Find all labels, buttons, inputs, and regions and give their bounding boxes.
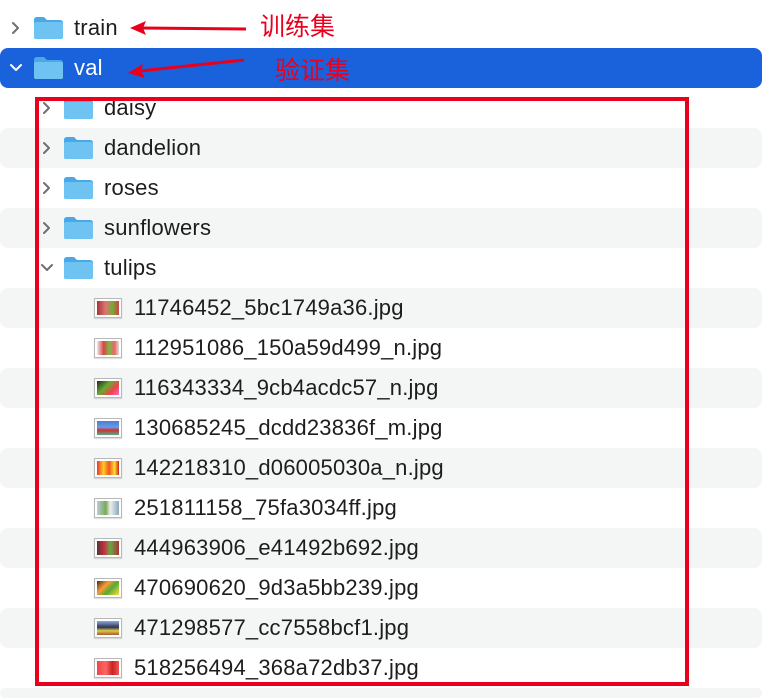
chevron-right-icon[interactable] [11, 22, 21, 34]
file-row[interactable]: 142218310_d06005030a_n.jpg [0, 448, 762, 488]
chevron-right-icon[interactable] [42, 102, 52, 114]
file-row[interactable]: 470690620_9d3a5bb239.jpg [0, 568, 762, 608]
image-thumbnail-icon [94, 658, 122, 678]
file-name: 518256494_368a72db37.jpg [134, 655, 419, 680]
chevron-right-icon[interactable] [42, 142, 52, 154]
folder-icon [63, 136, 94, 160]
file-row[interactable]: 518256494_368a72db37.jpg [0, 648, 762, 688]
chevron-down-icon[interactable] [10, 63, 22, 73]
chevron-right-icon[interactable] [42, 182, 52, 194]
image-thumbnail-icon [94, 538, 122, 558]
file-name: 251811158_75fa3034ff.jpg [134, 495, 397, 520]
file-name: 116343334_9cb4acdc57_n.jpg [134, 375, 439, 400]
folder-icon [63, 256, 94, 280]
folder-icon [63, 216, 94, 240]
file-name: 444963906_e41492b692.jpg [134, 535, 419, 560]
chevron-down-icon[interactable] [41, 263, 53, 273]
folder-name: train [74, 15, 118, 40]
file-row-partial [0, 688, 762, 698]
file-name: 470690620_9d3a5bb239.jpg [134, 575, 419, 600]
folder-name: sunflowers [104, 215, 212, 240]
annotation-val-label: 验证集 [275, 56, 351, 85]
chevron-right-icon[interactable] [42, 222, 52, 234]
folder-row-train[interactable]: train [0, 8, 762, 48]
file-name: 142218310_d06005030a_n.jpg [134, 455, 444, 480]
annotation-arrow-train [130, 21, 247, 35]
folder-name: dandelion [104, 135, 202, 160]
folder-name: val [74, 55, 103, 80]
file-row[interactable]: 251811158_75fa3034ff.jpg [0, 488, 762, 528]
file-name: 11746452_5bc1749a36.jpg [134, 295, 404, 320]
file-row[interactable]: 112951086_150a59d499_n.jpg [0, 328, 762, 368]
folder-icon [63, 96, 94, 120]
file-row[interactable]: 444963906_e41492b692.jpg [0, 528, 762, 568]
folder-icon [33, 16, 64, 40]
file-row[interactable]: 116343334_9cb4acdc57_n.jpg [0, 368, 762, 408]
folder-name: daisy [104, 95, 157, 120]
folder-row-sunflowers[interactable]: sunflowers [0, 208, 762, 248]
annotation-train-label: 训练集 [260, 12, 336, 41]
image-thumbnail-icon [94, 378, 122, 398]
file-row[interactable]: 130685245_dcdd23836f_m.jpg [0, 408, 762, 448]
folder-row-roses[interactable]: roses [0, 168, 762, 208]
image-thumbnail-icon [94, 618, 122, 638]
image-thumbnail-icon [94, 418, 122, 438]
image-thumbnail-icon [94, 338, 122, 358]
folder-row-tulips[interactable]: tulips [0, 248, 762, 288]
folder-row-dandelion[interactable]: dandelion [0, 128, 762, 168]
file-name: 130685245_dcdd23836f_m.jpg [134, 415, 443, 440]
image-thumbnail-icon [94, 298, 122, 318]
folder-icon [33, 56, 64, 80]
file-name: 471298577_cc7558bcf1.jpg [134, 615, 410, 640]
folder-row-daisy[interactable]: daisy [0, 88, 762, 128]
annotation-arrow-val [128, 58, 245, 78]
file-row[interactable]: 11746452_5bc1749a36.jpg [0, 288, 762, 328]
folder-icon [63, 176, 94, 200]
image-thumbnail-icon [94, 458, 122, 478]
file-name: 112951086_150a59d499_n.jpg [134, 335, 443, 360]
image-thumbnail-icon [94, 578, 122, 598]
file-row[interactable]: 471298577_cc7558bcf1.jpg [0, 608, 762, 648]
folder-name: roses [104, 175, 159, 200]
image-thumbnail-icon [94, 498, 122, 518]
folder-row-val[interactable]: val [0, 48, 762, 88]
folder-name: tulips [104, 255, 157, 280]
